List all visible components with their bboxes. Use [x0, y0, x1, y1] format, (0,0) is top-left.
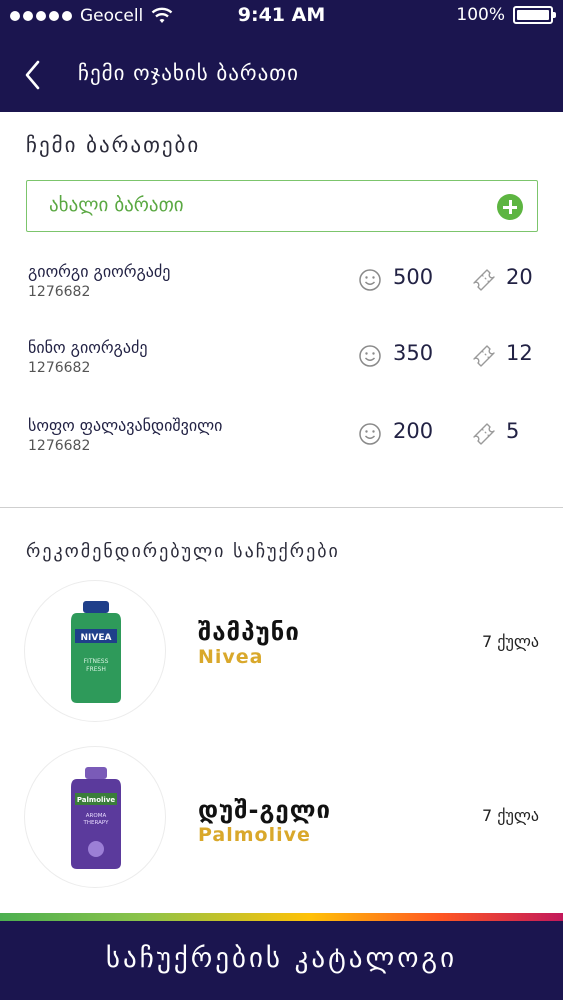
card-points: 350 — [393, 341, 434, 365]
svg-text:FITNESS: FITNESS — [84, 658, 109, 665]
card-number: 1276682 — [28, 284, 91, 300]
card-row[interactable]: ნინო გიორგაძე 1276682 350 12 — [0, 338, 563, 398]
card-row[interactable]: გიორგი გიორგაძე 1276682 500 20 — [0, 262, 563, 322]
page-title: ჩემი ოჯახის ბარათი — [78, 61, 299, 85]
card-row[interactable]: სოფო ფალავანდიშვილი 1276682 200 5 — [0, 416, 563, 476]
battery-percentage: 100% — [456, 5, 505, 25]
card-holder-name: სოფო ფალავანდიშვილი — [28, 416, 223, 435]
status-bar: Geocell 9:41 AM 100% — [0, 0, 563, 34]
svg-text:FRESH: FRESH — [86, 666, 106, 673]
svg-text:AROMA: AROMA — [86, 813, 107, 819]
product-price: 7 ქულა — [482, 806, 539, 825]
smile-icon — [359, 345, 381, 367]
header: Geocell 9:41 AM 100% ჩემი ოჯახის ბარათი — [0, 0, 563, 112]
svg-text:NIVEA: NIVEA — [81, 633, 112, 643]
nav-bar: ჩემი ოჯახის ბარათი — [0, 48, 563, 104]
gradient-strip — [0, 913, 563, 921]
svg-text:THERAPY: THERAPY — [83, 820, 110, 826]
product-price: 7 ქულა — [482, 632, 539, 651]
gift-catalog-label: საჩუქრების კატალოგი — [105, 943, 458, 974]
card-tickets: 20 — [506, 265, 533, 289]
ticket-icon — [473, 269, 495, 291]
gift-catalog-button[interactable]: საჩუქრების კატალოგი — [0, 921, 563, 1000]
card-tickets: 5 — [506, 419, 520, 443]
battery-icon — [513, 6, 556, 24]
ticket-icon — [473, 345, 495, 367]
add-new-card-label: ახალი ბარათი — [49, 194, 184, 216]
card-number: 1276682 — [28, 360, 91, 376]
card-points: 500 — [393, 265, 434, 289]
card-number: 1276682 — [28, 438, 91, 454]
section-divider — [0, 507, 563, 508]
plus-icon — [497, 194, 523, 220]
back-arrow-icon[interactable] — [20, 58, 46, 92]
ticket-icon — [473, 423, 495, 445]
shower-gel-bottle-icon: Palmolive AROMA THERAPY — [71, 767, 121, 869]
card-tickets: 12 — [506, 341, 533, 365]
card-holder-name: გიორგი გიორგაძე — [28, 262, 171, 281]
product-name: შამპუნი — [198, 618, 300, 646]
product-item-shower-gel[interactable]: Palmolive AROMA THERAPY დუშ-გელი Palmoli… — [0, 746, 563, 888]
product-image: Palmolive AROMA THERAPY — [24, 746, 166, 888]
recommended-section-title: რეკომენდირებული საჩუქრები — [26, 541, 340, 562]
product-brand: Nivea — [198, 646, 264, 668]
card-holder-name: ნინო გიორგაძე — [28, 338, 148, 357]
add-new-card-button[interactable]: ახალი ბარათი — [26, 180, 538, 232]
product-item-shampoo[interactable]: NIVEA FITNESS FRESH შამპუნი Nivea 7 ქულა — [0, 580, 563, 722]
svg-text:Palmolive: Palmolive — [77, 796, 116, 804]
smile-icon — [359, 423, 381, 445]
shampoo-bottle-icon: NIVEA FITNESS FRESH — [71, 601, 121, 703]
smile-icon — [359, 269, 381, 291]
status-right: 100% — [456, 5, 556, 25]
product-brand: Palmolive — [198, 824, 311, 846]
cards-section-title: ჩემი ბარათები — [26, 133, 201, 157]
card-points: 200 — [393, 419, 434, 443]
product-image: NIVEA FITNESS FRESH — [24, 580, 166, 722]
product-name: დუშ-გელი — [198, 796, 331, 824]
